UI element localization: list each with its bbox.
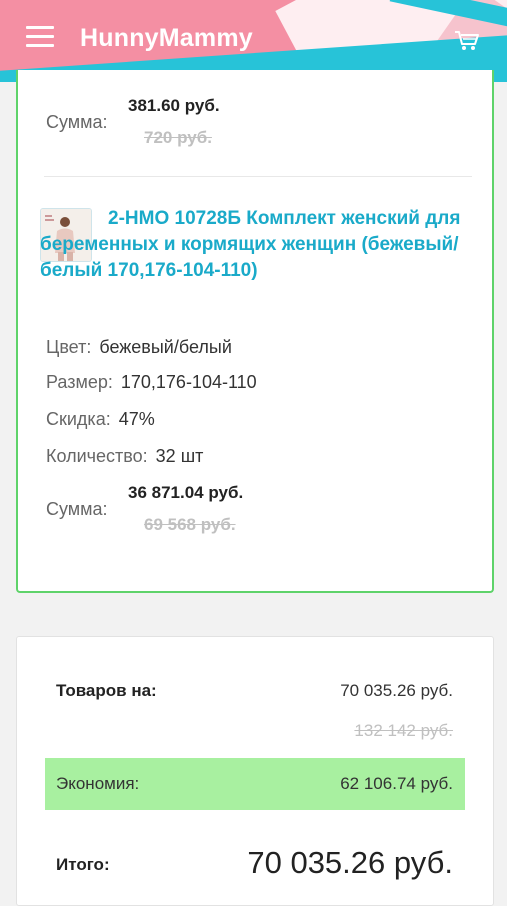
item2-price-new: 36 871.04 руб. [128,483,244,502]
color-row: Цвет: бежевый/белый [46,337,232,358]
cart-icon[interactable] [453,28,481,52]
menu-icon[interactable] [26,26,54,50]
economy-value: 62 106.74 руб. [340,774,453,793]
item1-sum-label: Сумма: [46,112,108,132]
discount-label: Скидка: [46,409,111,429]
item1-price-old: 720 руб. [144,128,212,147]
app-title: HunnyMammy [80,24,253,52]
product-title-link[interactable]: 2-НМО 10728Б Комплект женский для береме… [40,206,480,284]
item2-sum-label: Сумма: [46,499,108,519]
goods-label: Товаров на: [56,681,157,700]
item2-price-old: 69 568 руб. [144,515,236,534]
order-items-card: Сумма: 381.60 руб. 720 руб. 2-НМО 10728Б… [16,70,494,593]
goods-value: 70 035.26 руб. [340,681,453,700]
size-label: Размер: [46,372,113,392]
size-row: Размер: 170,176-104-110 [46,372,257,393]
color-value: бежевый/белый [99,337,232,357]
order-summary-card: Товаров на: 70 035.26 руб. 132 142 руб. … [16,636,494,906]
total-label: Итого: [56,855,110,874]
total-value: 70 035.26 руб. [247,845,453,880]
quantity-row: Количество: 32 шт [46,446,203,467]
discount-value: 47% [118,409,155,429]
discount-row: Скидка: 47% [46,409,155,430]
item1-price-new: 381.60 руб. [128,96,220,115]
size-value: 170,176-104-110 [120,372,257,392]
quantity-value: 32 шт [155,446,204,466]
goods-old-value: 132 142 руб. [354,721,453,740]
color-label: Цвет: [46,337,92,357]
item-divider [44,176,472,177]
economy-label: Экономия: [56,774,140,793]
quantity-label: Количество: [46,446,148,466]
